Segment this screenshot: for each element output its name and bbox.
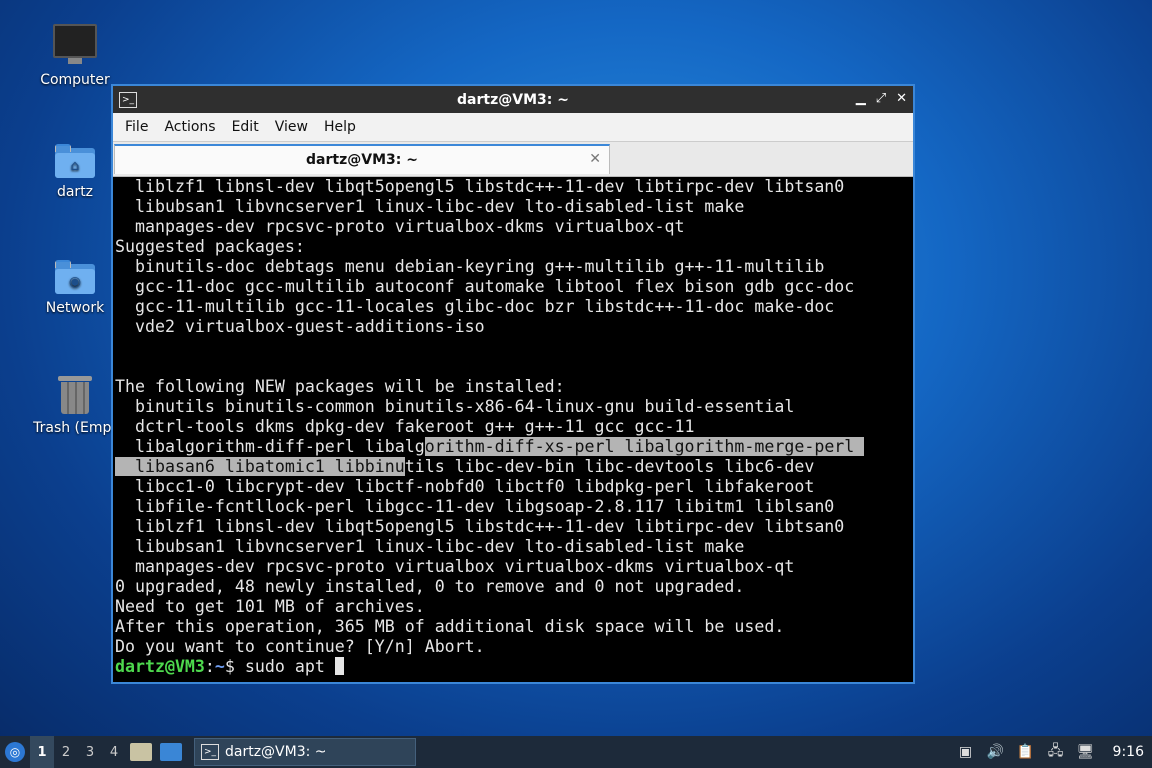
workspace-1[interactable]: 1: [30, 736, 54, 768]
terminal-line: Need to get 101 MB of archives.: [115, 597, 425, 616]
terminal-line: After this operation, 365 MB of addition…: [115, 617, 785, 636]
window-titlebar[interactable]: >_ dartz@VM3: ~ ▁ ⤢ ✕: [113, 86, 913, 113]
trash-icon: [58, 374, 92, 414]
file-manager-icon[interactable]: [130, 743, 152, 761]
desktop-icon-label: Computer: [40, 72, 110, 88]
terminal-line: The following NEW packages will be insta…: [115, 377, 565, 396]
menu-actions[interactable]: Actions: [156, 119, 223, 135]
tab-bar: dartz@VM3: ~ ✕: [113, 142, 913, 177]
network-icon[interactable]: 🖧: [1047, 743, 1065, 761]
terminal-prompt-line: dartz@VM3:~$ sudo apt: [115, 657, 913, 677]
show-desktop-icon[interactable]: [160, 743, 182, 761]
terminal-line: libubsan1 libvncserver1 linux-libc-dev l…: [115, 197, 745, 216]
terminal-tab[interactable]: dartz@VM3: ~ ✕: [114, 144, 610, 174]
terminal-line: liblzf1 libnsl-dev libqt5opengl5 libstdc…: [115, 517, 845, 536]
terminal-line: gcc-11-doc gcc-multilib autoconf automak…: [115, 277, 855, 296]
terminal-line: manpages-dev rpcsvc-proto virtualbox vir…: [115, 557, 795, 576]
terminal-line: binutils binutils-common binutils-x86-64…: [115, 397, 795, 416]
terminal-line: Do you want to continue? [Y/n] Abort.: [115, 637, 485, 656]
taskbar: ◎ 1 2 3 4 >_ dartz@VM3: ~ ▣ 🔊 📋 🖧 🖥 9:16: [0, 736, 1152, 768]
maximize-button[interactable]: ⤢: [876, 91, 886, 106]
close-button[interactable]: ✕: [896, 91, 907, 106]
taskbar-terminal-button[interactable]: >_ dartz@VM3: ~: [194, 738, 416, 766]
home-folder-icon: ⌂: [55, 144, 95, 178]
terminal-line: dctrl-tools dkms dpkg-dev fakeroot g++ g…: [115, 417, 695, 436]
workspace-4[interactable]: 4: [102, 736, 126, 768]
terminal-line: manpages-dev rpcsvc-proto virtualbox-dkm…: [115, 217, 685, 236]
menu-help[interactable]: Help: [316, 119, 364, 135]
desktop-icon-label: dartz: [56, 184, 94, 200]
removable-media-icon[interactable]: ▣: [957, 743, 975, 761]
terminal-line: gcc-11-multilib gcc-11-locales glibc-doc…: [115, 297, 835, 316]
menubar: File Actions Edit View Help: [113, 113, 913, 142]
terminal-line: libfile-fcntllock-perl libgcc-11-dev lib…: [115, 497, 835, 516]
prompt-user: dartz@VM3: [115, 657, 205, 676]
typed-command: sudo apt: [244, 657, 335, 676]
window-title: dartz@VM3: ~: [457, 91, 569, 108]
terminal-line: liblzf1 libnsl-dev libqt5opengl5 libstdc…: [115, 177, 845, 196]
desktop-icon-label: Network: [45, 300, 105, 316]
menu-view[interactable]: View: [267, 119, 316, 135]
volume-icon[interactable]: 🔊: [987, 743, 1005, 761]
terminal-line: 0 upgraded, 48 newly installed, 0 to rem…: [115, 577, 745, 596]
tab-close-icon[interactable]: ✕: [589, 151, 601, 167]
task-label: dartz@VM3: ~: [225, 744, 327, 760]
text-cursor: [334, 657, 344, 675]
terminal-line-selected-2: libasan6 libatomic1 libbinutils libc-dev…: [115, 457, 815, 476]
menu-file[interactable]: File: [117, 119, 156, 135]
terminal-line: binutils-doc debtags menu debian-keyring…: [115, 257, 825, 276]
terminal-window: >_ dartz@VM3: ~ ▁ ⤢ ✕ File Actions Edit …: [111, 84, 915, 684]
terminal-app-icon: >_: [201, 744, 219, 760]
tab-title: dartz@VM3: ~: [306, 152, 418, 168]
workspace-2[interactable]: 2: [54, 736, 78, 768]
network-folder-icon: ◉: [55, 260, 95, 294]
desktop-icon-label: Trash (Empt: [33, 420, 117, 436]
terminal-line: libubsan1 libvncserver1 linux-libc-dev l…: [115, 537, 745, 556]
terminal-line: vde2 virtualbox-guest-additions-iso: [115, 317, 485, 336]
terminal-line-selected-1: libalgorithm-diff-perl libalgorithm-diff…: [115, 437, 865, 456]
desktop-icon-home[interactable]: ⌂ dartz: [27, 144, 123, 200]
update-notifier-icon[interactable]: 🖥: [1077, 743, 1095, 761]
workspace-3[interactable]: 3: [78, 736, 102, 768]
desktop-icon-computer[interactable]: Computer: [27, 24, 123, 88]
desktop-icon-network[interactable]: ◉ Network: [27, 260, 123, 316]
system-tray: ▣ 🔊 📋 🖧 🖥 9:16: [957, 736, 1152, 768]
lubuntu-logo-icon: ◎: [5, 742, 25, 762]
clock[interactable]: 9:16: [1113, 744, 1144, 760]
start-menu-button[interactable]: ◎: [0, 737, 30, 767]
desktop-icon-trash[interactable]: Trash (Empt: [27, 374, 123, 436]
clipboard-icon[interactable]: 📋: [1017, 743, 1035, 761]
menu-edit[interactable]: Edit: [224, 119, 267, 135]
terminal-line: Suggested packages:: [115, 237, 305, 256]
minimize-button[interactable]: ▁: [856, 91, 866, 106]
prompt-path: ~: [214, 657, 225, 676]
terminal-line: libcc1-0 libcrypt-dev libctf-nobfd0 libc…: [115, 477, 815, 496]
computer-icon: [53, 24, 97, 64]
terminal-output[interactable]: liblzf1 libnsl-dev libqt5opengl5 libstdc…: [113, 177, 913, 682]
